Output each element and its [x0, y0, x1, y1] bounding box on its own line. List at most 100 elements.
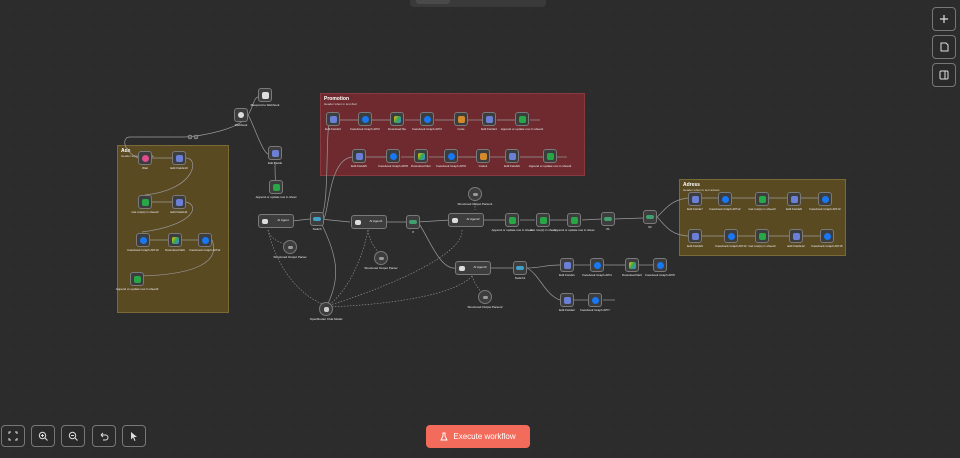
sheets-node[interactable]: Get row(s) in sheet2 [131, 195, 159, 214]
sheets-node[interactable]: Append or update row in sheet [554, 213, 594, 232]
robot-icon [452, 217, 458, 223]
openrouter-node[interactable]: OpenRouter Chat Model [310, 302, 342, 321]
sheets-icon [758, 232, 766, 240]
switch-node[interactable]: Switch [310, 212, 324, 231]
code-node[interactable]: Code [454, 112, 468, 131]
drive-node[interactable]: Download file6 [165, 233, 185, 252]
facebook-node[interactable]: Facebook Graph API15 [811, 229, 843, 248]
edit-fields-node[interactable]: Edit Fields2 [559, 293, 575, 312]
facebook-icon [389, 152, 397, 160]
node-label: Edit Fields1 [559, 273, 575, 277]
edit-fields-node[interactable]: Edit Fields1 [559, 258, 575, 277]
ai-agent-node[interactable]: AI Agent [258, 214, 294, 228]
edit-fields-node[interactable]: Edit Fields [268, 146, 282, 165]
if-node[interactable]: If [406, 215, 420, 234]
workflow-canvas[interactable]: Ads Header when in text Ads Promotion He… [0, 0, 960, 458]
node-label: Structured Output Parser [364, 266, 398, 270]
sheets-node[interactable]: Append or update row in sheet3 [116, 272, 158, 291]
facebook-node[interactable]: Facebook Graph API8 [378, 149, 408, 168]
execute-workflow-label: Execute workflow [453, 432, 516, 441]
node-label: Wait [142, 166, 148, 170]
ai-agent-node[interactable]: AI Agent1 [351, 215, 387, 229]
node-label: Append or update row in sheet [553, 228, 595, 232]
zoom-out-button[interactable] [61, 425, 85, 447]
facebook-node[interactable]: Facebook Graph API12 [709, 192, 741, 211]
drive-node[interactable]: Download file3 [622, 258, 642, 277]
wait-icon [141, 154, 149, 162]
facebook-node[interactable]: Facebook Graph API2 [350, 112, 380, 131]
facebook-node[interactable]: Facebook Graph API10 [127, 233, 159, 252]
if-node[interactable]: If1 [601, 212, 615, 231]
undo-button[interactable] [92, 425, 116, 447]
if-node[interactable]: If2 [643, 210, 657, 229]
sheets-node[interactable]: Append or update row in sheet1 [501, 112, 543, 131]
parser-node[interactable]: Structured Output Parser2 [467, 290, 503, 309]
parser-node[interactable]: Structured Output Parser [273, 240, 307, 259]
edit-fields-node[interactable]: Edit Fields4 [481, 112, 497, 131]
parser-node[interactable]: Structured Output Parser [364, 251, 398, 270]
add-node-button[interactable] [932, 7, 956, 31]
node-label: Switch [312, 227, 322, 231]
edit-fields-node[interactable]: Edit Fields5 [351, 149, 367, 168]
facebook-node[interactable]: Facebook Graph API7 [580, 293, 610, 312]
parser-node[interactable]: Structured Output Parser1 [457, 187, 493, 206]
sheets-icon [570, 216, 578, 224]
sheets-node[interactable]: Get row(s) in sheet [530, 213, 556, 232]
zoom-in-button[interactable] [31, 425, 55, 447]
facebook-icon [821, 195, 829, 203]
drive-node[interactable]: Download file [388, 112, 406, 131]
facebook-node[interactable]: Facebook Graph API4 [582, 258, 612, 277]
node-label: Facebook Graph API15 [811, 244, 843, 248]
facebook-node[interactable]: Facebook Graph API3 [412, 112, 442, 131]
wait-node[interactable]: Wait [138, 151, 152, 170]
code-icon [472, 192, 478, 196]
facebook-node[interactable]: Facebook Graph API14 [715, 229, 747, 248]
zoom-in-icon [38, 431, 48, 441]
facebook-icon [593, 261, 601, 269]
robot-icon [355, 219, 361, 225]
sheets-icon [272, 183, 280, 191]
sheets-node[interactable]: Append or update row in sheet [256, 180, 296, 199]
sheets-node[interactable]: Get row(s) in sheet3 [748, 192, 776, 211]
ai-agent-node[interactable]: AI Agent3 [455, 261, 491, 275]
facebook-node[interactable]: Facebook Graph API5 [645, 258, 675, 277]
webhook-node[interactable]: Webhook [234, 108, 248, 127]
sheets-node[interactable]: Append or update row in sheet2 [529, 149, 571, 168]
node-label: Structured Output Parser [273, 255, 307, 259]
facebook-node[interactable]: Facebook Graph API9 [436, 149, 466, 168]
execute-workflow-button[interactable]: Execute workflow [426, 425, 530, 448]
edit-fields-node[interactable]: Edit Fields6 [504, 149, 520, 168]
node-label: Switch1 [514, 276, 526, 280]
respond-webhook-node[interactable]: Respond to Webhook [251, 88, 279, 107]
edit-fields-node[interactable]: Edit Fields8 [786, 192, 802, 211]
edit-fields-node[interactable]: Edit Fields3 [325, 112, 341, 131]
node-label: Append or update row in sheet2 [528, 164, 572, 168]
pencil-icon [175, 198, 183, 206]
sheets-node[interactable]: Append or update row in sheet [492, 213, 532, 232]
pointer-mode-button[interactable] [122, 425, 146, 447]
node-label: Facebook Graph API13 [809, 207, 841, 211]
switch-node[interactable]: Switch1 [513, 261, 527, 280]
edit-fields-node[interactable]: Edit Fields11 [170, 195, 188, 214]
ai-agent-node[interactable]: AI Agent2 [448, 213, 484, 227]
fit-view-button[interactable] [1, 425, 25, 447]
edit-fields-node[interactable]: Edit Fields7 [687, 192, 703, 211]
edit-fields-node[interactable]: Edit Fields9 [687, 229, 703, 248]
node-label: Download file3 [622, 273, 642, 277]
edit-fields-node[interactable]: Edit Fields10 [170, 151, 188, 170]
sheets-icon [546, 152, 554, 160]
sheets-node[interactable]: Get row(s) in sheet4 [748, 229, 776, 248]
facebook-node[interactable]: Facebook Graph API13 [809, 192, 841, 211]
drive-node[interactable]: Download file1 [411, 149, 431, 168]
code-braces-icon [457, 115, 465, 123]
add-sticky-button[interactable] [932, 35, 956, 59]
pencil-icon [563, 261, 571, 269]
pencil-icon [271, 149, 279, 157]
node-label: Get row(s) in sheet4 [748, 244, 776, 248]
facebook-node[interactable]: Facebook Graph API11 [190, 233, 220, 252]
plus-icon [940, 15, 948, 23]
toggle-panel-button[interactable] [932, 63, 956, 87]
code-node[interactable]: Code1 [476, 149, 490, 168]
edit-fields-node[interactable]: Edit Fields12 [787, 229, 805, 248]
node-label: Webhook [234, 123, 248, 127]
